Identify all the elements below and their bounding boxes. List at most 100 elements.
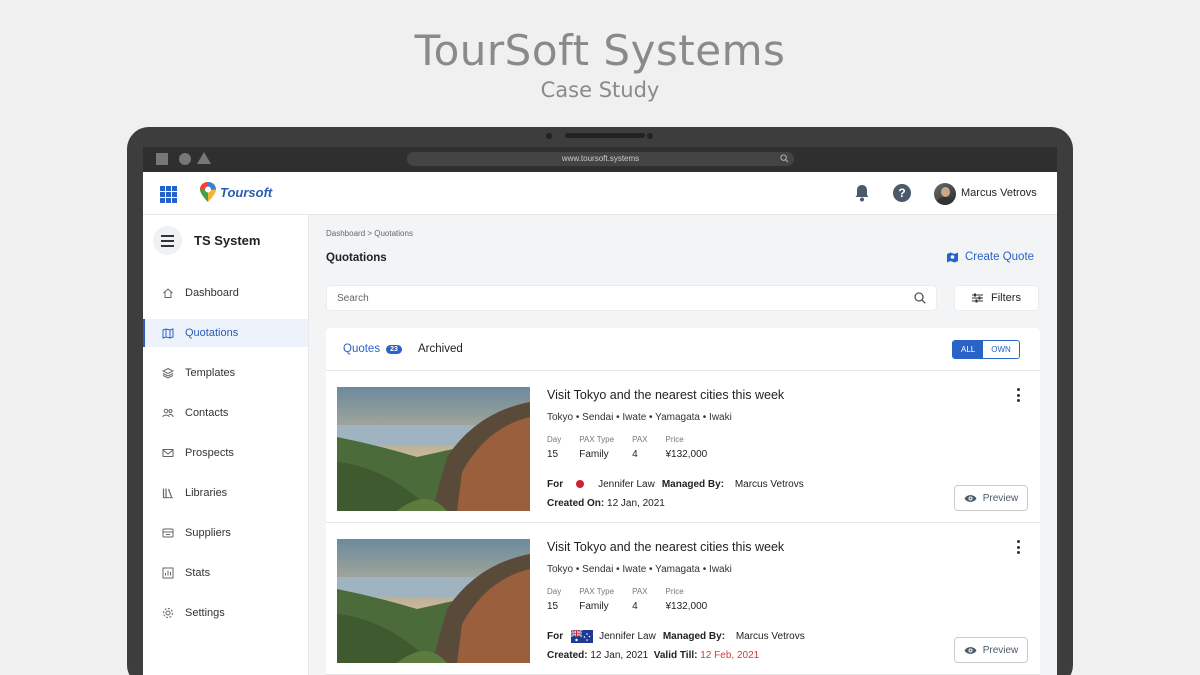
sidebar-item-label: Settings: [185, 607, 225, 619]
stat-value: 4: [632, 601, 638, 612]
sidebar-header: TS System: [143, 215, 308, 267]
stat-label: Price: [665, 587, 684, 596]
browser-bar: www.toursoft.systems: [143, 147, 1057, 172]
breadcrumb[interactable]: Dashboard > Quotations: [326, 229, 413, 238]
quote-card[interactable]: Visit Tokyo and the nearest cities this …: [326, 523, 1040, 675]
stat-label: PAX: [632, 587, 648, 596]
landscape-image: [337, 539, 530, 663]
sidebar-item-prospects[interactable]: Prospects: [143, 439, 308, 467]
sidebar-item-contacts[interactable]: Contacts: [143, 399, 308, 427]
australia-flag-icon: [571, 630, 594, 643]
card-stats: Day 15 PAX Type Family PAX 4 Price ¥132,000: [547, 435, 725, 460]
sidebar-item-label: Quotations: [185, 327, 239, 339]
preview-button[interactable]: Preview: [954, 485, 1028, 511]
sidebar-item-label: Dashboard: [185, 287, 239, 299]
search-input[interactable]: Search: [326, 285, 937, 311]
create-quote-button[interactable]: Create Quote: [946, 251, 1034, 263]
url-bar[interactable]: www.toursoft.systems: [407, 152, 794, 166]
card-thumbnail[interactable]: [337, 539, 530, 663]
filters-button[interactable]: Filters: [954, 285, 1039, 311]
avatar[interactable]: [934, 183, 956, 205]
sidebar-item-quotations[interactable]: Quotations: [143, 319, 308, 347]
logo-pin-icon: [200, 182, 216, 202]
camera-bar: [565, 133, 645, 138]
card-stats: Day 15 PAX Type Family PAX 4 Price ¥132,000: [547, 587, 725, 612]
stat-value: 15: [547, 601, 559, 612]
for-label: For: [547, 631, 564, 642]
stat-label: PAX Type: [579, 587, 615, 596]
sidebar-item-label: Contacts: [185, 407, 229, 419]
quotes-panel: Quotes 23 Archived ALL OWN Visit Tokyo a…: [326, 328, 1040, 675]
stat-pax: PAX 4: [632, 435, 647, 460]
card-thumbnail[interactable]: [337, 387, 530, 511]
eye-icon: [964, 646, 977, 654]
stat-value: ¥132,000: [665, 601, 708, 612]
tab-quotes[interactable]: Quotes 23: [343, 343, 402, 355]
valid-date: 12 Feb, 2021: [700, 650, 760, 661]
sliders-icon: [972, 293, 984, 303]
managed-by: Managed By: Marcus Vetrovs: [663, 631, 805, 642]
logo-text: Toursoft: [220, 184, 273, 200]
bell-icon[interactable]: [854, 184, 870, 202]
stat-pax-type: PAX Type Family: [579, 587, 614, 612]
stat-value: Family: [579, 601, 609, 612]
landscape-image: [337, 387, 530, 511]
sidebar-item-suppliers[interactable]: Suppliers: [143, 519, 308, 547]
search-icon[interactable]: [780, 154, 789, 163]
square-icon: [156, 153, 168, 165]
user-name[interactable]: Marcus Vetrovs: [961, 187, 1037, 199]
map-icon: [162, 327, 185, 339]
suppliers-icon: [162, 527, 185, 539]
sidebar-item-stats[interactable]: Stats: [143, 559, 308, 587]
home-icon: [162, 287, 185, 299]
mail-icon: [162, 447, 185, 459]
toggle-own[interactable]: OWN: [983, 341, 1019, 358]
sidebar-item-settings[interactable]: Settings: [143, 599, 308, 627]
toggle-all[interactable]: ALL: [953, 341, 984, 358]
sidebar-item-label: Suppliers: [185, 527, 231, 539]
logo[interactable]: Toursoft: [199, 181, 272, 203]
stat-label: Day: [547, 435, 562, 444]
stat-day: Day 15: [547, 435, 561, 460]
search-placeholder: Search: [337, 293, 369, 304]
sidebar-item-dashboard[interactable]: Dashboard: [143, 279, 308, 307]
quote-card[interactable]: Visit Tokyo and the nearest cities this …: [326, 371, 1040, 523]
screen: www.toursoft.systems Toursoft ? Marcus V…: [143, 147, 1057, 675]
sidebar-item-label: Prospects: [185, 447, 234, 459]
card-route: Tokyo • Sendai • Iwate • Yamagata • Iwak…: [547, 412, 732, 423]
menu-icon[interactable]: [153, 226, 182, 255]
client-name: Jennifer Law: [598, 478, 655, 490]
stat-value: Family: [579, 449, 609, 460]
help-icon[interactable]: ?: [893, 184, 911, 202]
users-icon: [162, 407, 185, 419]
search-icon[interactable]: [914, 292, 926, 304]
created-label: Created On:: [547, 498, 605, 509]
filters-label: Filters: [991, 292, 1021, 304]
preview-button[interactable]: Preview: [954, 637, 1028, 663]
stat-value: 4: [632, 449, 638, 460]
sidebar-item-label: Libraries: [185, 487, 228, 499]
card-title[interactable]: Visit Tokyo and the nearest cities this …: [547, 388, 784, 402]
card-title[interactable]: Visit Tokyo and the nearest cities this …: [547, 540, 784, 554]
ownership-toggle: ALL OWN: [952, 340, 1020, 359]
created-label: Created:: [547, 650, 588, 661]
library-icon: [162, 487, 185, 499]
apps-grid-icon[interactable]: [160, 186, 177, 203]
stat-label: PAX: [632, 435, 648, 444]
tab-bar: Quotes 23 Archived ALL OWN: [326, 328, 1040, 371]
hero-subtitle: Case Study: [540, 78, 660, 102]
stat-label: Price: [665, 435, 684, 444]
count-badge: 23: [386, 344, 402, 354]
card-client: For Jennifer Law Managed By: Marcus Vetrov…: [547, 630, 805, 643]
sidebar-item-templates[interactable]: Templates: [143, 359, 308, 387]
tab-archived[interactable]: Archived: [418, 343, 463, 355]
stat-label: PAX Type: [579, 435, 615, 444]
sidebar-item-label: Stats: [185, 567, 211, 579]
sidebar-item-libraries[interactable]: Libraries: [143, 479, 308, 507]
stat-label: Day: [547, 587, 562, 596]
manager-name: Marcus Vetrovs: [735, 631, 805, 642]
camera-dot: [546, 133, 552, 139]
created-date: 12 Jan, 2021: [607, 498, 665, 509]
more-options-icon[interactable]: [1017, 388, 1021, 402]
more-options-icon[interactable]: [1017, 540, 1021, 554]
